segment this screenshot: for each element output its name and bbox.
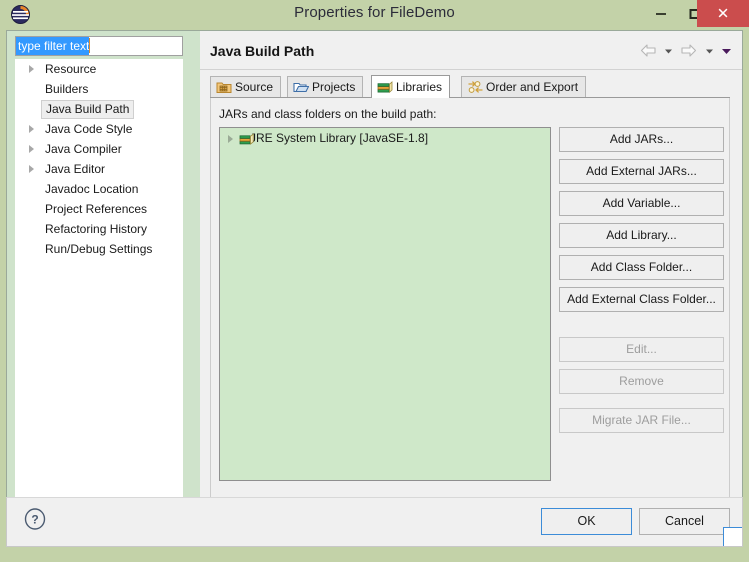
edit-button: Edit... — [559, 337, 724, 362]
cancel-button[interactable]: Cancel — [639, 508, 730, 535]
chevron-right-icon[interactable] — [29, 165, 34, 173]
add-external-jars-button[interactable]: Add External JARs... — [559, 159, 724, 184]
content-pane: Java Build Path — [200, 31, 742, 525]
tab-label: Order and Export — [486, 80, 578, 94]
sidebar-item-label: Java Compiler — [45, 142, 122, 156]
ok-button[interactable]: OK — [541, 508, 632, 535]
chevron-right-icon[interactable] — [228, 135, 233, 143]
settings-tree[interactable]: Resource Builders Java Build Path Java C… — [15, 59, 183, 517]
list-caption: JARs and class folders on the build path… — [219, 107, 436, 121]
actions-button-column: Add JARs... Add External JARs... Add Var… — [559, 127, 724, 440]
chevron-right-icon[interactable] — [29, 145, 34, 153]
sidebar-resize-sash[interactable] — [191, 31, 200, 525]
forward-arrow-icon[interactable] — [680, 44, 697, 61]
chevron-right-icon[interactable] — [29, 125, 34, 133]
tab-bar: Source Projects — [210, 75, 730, 98]
forward-history-chevron-down-icon[interactable] — [705, 44, 714, 61]
tab-label: Libraries — [396, 80, 442, 94]
back-arrow-icon[interactable] — [640, 44, 657, 61]
list-item[interactable]: JRE System Library [JavaSE-1.8] — [220, 128, 550, 149]
remove-button: Remove — [559, 369, 724, 394]
sidebar-item-java-editor[interactable]: Java Editor — [15, 159, 183, 179]
sidebar-item-java-code-style[interactable]: Java Code Style — [15, 119, 183, 139]
sidebar-item-label: Resource — [45, 62, 96, 76]
window-title: Properties for FileDemo — [0, 4, 749, 21]
tab-libraries[interactable]: Libraries — [371, 75, 450, 98]
sidebar-item-builders[interactable]: Builders — [15, 79, 183, 99]
page-title: Java Build Path — [210, 43, 314, 59]
libraries-books-icon — [377, 79, 393, 93]
add-external-class-folder-button[interactable]: Add External Class Folder... — [559, 287, 724, 312]
chevron-right-icon[interactable] — [29, 65, 34, 73]
sidebar-item-resource[interactable]: Resource — [15, 59, 183, 79]
tab-order-and-export[interactable]: Order and Export — [461, 76, 586, 98]
back-history-chevron-down-icon[interactable] — [664, 44, 673, 61]
tab-projects[interactable]: Projects — [287, 76, 363, 98]
tab-label: Projects — [312, 80, 355, 94]
minimize-button[interactable] — [645, 0, 677, 27]
navigation-toolbar — [636, 44, 732, 62]
order-export-icon — [467, 80, 483, 94]
sidebar-item-label: Java Editor — [45, 162, 105, 176]
library-icon — [239, 132, 255, 146]
properties-dialog-window: Properties for FileDemo ✕ type filter te… — [0, 0, 749, 562]
sidebar-item-javadoc-location[interactable]: Javadoc Location — [15, 179, 183, 199]
sidebar-item-run-debug-settings[interactable]: Run/Debug Settings — [15, 239, 183, 259]
sidebar-item-java-compiler[interactable]: Java Compiler — [15, 139, 183, 159]
filter-input-value: type filter text — [16, 37, 89, 55]
resize-grip[interactable] — [723, 527, 742, 546]
add-variable-button[interactable]: Add Variable... — [559, 191, 724, 216]
dialog-body: type filter text Resource Builders Java … — [6, 30, 743, 526]
projects-folder-icon — [293, 80, 309, 94]
sidebar-item-java-build-path[interactable]: Java Build Path — [15, 99, 183, 119]
sidebar-item-label: Project References — [45, 202, 147, 216]
list-item-label: JRE System Library [JavaSE-1.8] — [250, 131, 428, 145]
title-bar: Properties for FileDemo ✕ — [0, 0, 749, 28]
title-separator — [200, 69, 742, 70]
build-path-entries-list[interactable]: JRE System Library [JavaSE-1.8] — [219, 127, 551, 481]
sidebar-item-label: Java Code Style — [45, 122, 132, 136]
help-question-icon[interactable]: ? — [23, 507, 47, 531]
view-menu-icon[interactable] — [721, 44, 732, 61]
sidebar-item-label: Javadoc Location — [45, 182, 138, 196]
sidebar-item-label: Run/Debug Settings — [45, 242, 152, 256]
add-jars-button[interactable]: Add JARs... — [559, 127, 724, 152]
sidebar-item-label: Builders — [45, 82, 88, 96]
close-button[interactable]: ✕ — [697, 0, 749, 27]
filter-input[interactable]: type filter text — [15, 36, 183, 56]
migrate-jar-file-button: Migrate JAR File... — [559, 408, 724, 433]
svg-text:?: ? — [31, 513, 38, 527]
tab-source[interactable]: Source — [210, 76, 281, 98]
tab-label: Source — [235, 80, 273, 94]
settings-sidebar: type filter text Resource Builders Java … — [7, 31, 191, 525]
add-class-folder-button[interactable]: Add Class Folder... — [559, 255, 724, 280]
close-icon: ✕ — [717, 6, 730, 21]
source-folder-icon — [216, 80, 232, 94]
text-caret — [89, 38, 90, 53]
sidebar-item-label: Refactoring History — [45, 222, 147, 236]
libraries-tab-panel: JARs and class folders on the build path… — [210, 98, 730, 510]
add-library-button[interactable]: Add Library... — [559, 223, 724, 248]
sidebar-item-label: Java Build Path — [41, 100, 134, 119]
sidebar-item-project-references[interactable]: Project References — [15, 199, 183, 219]
minimize-icon — [656, 13, 666, 15]
sidebar-item-refactoring-history[interactable]: Refactoring History — [15, 219, 183, 239]
dialog-footer: ? OK Cancel — [6, 497, 743, 547]
